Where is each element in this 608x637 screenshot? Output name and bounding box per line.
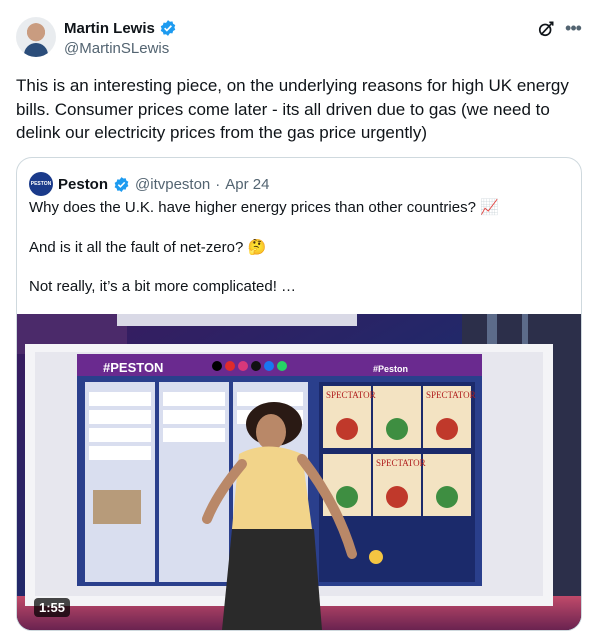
video-frame: #PESTON #Peston SPECTATOR SPECTATOR SPEC… [17,314,581,630]
quoted-handle[interactable]: @itvpeston [135,176,210,193]
board-panel-title: #Peston [373,364,408,374]
magazine-title-1: SPECTATOR [326,390,376,400]
quoted-date[interactable]: Apr 24 [225,176,269,193]
quoted-avatar[interactable]: PESTON [29,172,53,196]
video-duration: 1:55 [34,598,71,617]
magazine-title-3: SPECTATOR [376,458,426,468]
tweet[interactable]: Martin Lewis @MartinSLewis ••• This is a… [0,0,608,637]
quoted-separator: · [215,175,221,193]
author-display-name[interactable]: Martin Lewis [64,20,155,37]
magazine-title-2: SPECTATOR [426,390,476,400]
verified-badge-icon [114,176,129,192]
video-player[interactable]: #PESTON #Peston SPECTATOR SPECTATOR SPEC… [17,314,581,630]
verified-badge-icon [160,20,176,36]
quoted-tweet[interactable]: PESTON Peston @itvpeston · Apr 24 Why do… [16,157,582,631]
studio-board-title: #PESTON [103,360,163,375]
author-name-row: Martin Lewis [64,19,177,37]
quoted-text-line-2: And is it all the fault of net-zero? 🤔 [29,239,267,256]
quoted-text-line-1: Why does the U.K. have higher energy pri… [29,199,499,216]
quoted-display-name[interactable]: Peston [58,176,108,193]
quoted-text-line-3: Not really, it’s a bit more complicated!… [29,278,297,295]
avatar[interactable] [16,17,56,57]
grok-icon[interactable] [536,19,556,39]
tweet-text: This is an interesting piece, on the und… [16,76,569,142]
author-handle[interactable]: @MartinSLewis [64,40,169,57]
quoted-tweet-header: PESTON Peston @itvpeston · Apr 24 [29,172,269,196]
more-dots-icon[interactable]: ••• [562,19,584,39]
